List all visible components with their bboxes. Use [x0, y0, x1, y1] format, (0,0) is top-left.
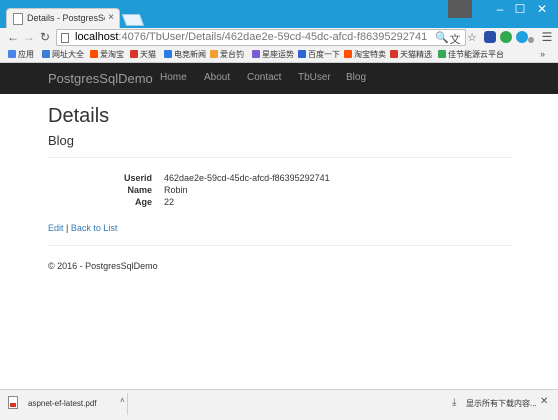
- field-value-name: Robin: [164, 185, 188, 195]
- bookmark-item[interactable]: 爱淘宝: [90, 49, 124, 60]
- nav-link-contact[interactable]: Contact: [247, 72, 281, 83]
- page-info-icon[interactable]: [61, 33, 69, 43]
- divider: [48, 245, 512, 246]
- page-footer: © 2016 - PostgresSqlDemo: [48, 261, 158, 271]
- title-bar: Details - PostgresSqlDe × – ☐ ✕: [0, 0, 558, 28]
- browser-window: Details - PostgresSqlDe × – ☐ ✕ ← → ↻ lo…: [0, 0, 558, 420]
- green-extension-icon[interactable]: [500, 31, 512, 43]
- nav-link-home[interactable]: Home: [160, 72, 187, 83]
- reload-button[interactable]: ↻: [38, 30, 52, 44]
- bookmark-favicon: [42, 50, 50, 58]
- nav-link-blog[interactable]: Blog: [346, 72, 366, 83]
- bookmark-favicon: [298, 50, 306, 58]
- close-window-button[interactable]: ✕: [528, 0, 556, 18]
- bookmark-favicon: [438, 50, 446, 58]
- back-button[interactable]: ←: [6, 30, 20, 44]
- edit-link[interactable]: Edit: [48, 223, 64, 233]
- bookmark-item[interactable]: 爱台钓: [210, 49, 244, 60]
- address-bar[interactable]: localhost:4076/TbUser/Details/462dae2e-5…: [56, 29, 466, 46]
- forward-button[interactable]: →: [22, 30, 36, 44]
- download-file-name[interactable]: aspnet-ef-latest.pdf: [28, 399, 96, 408]
- translate-icon[interactable]: 文: [449, 31, 461, 47]
- extension-badge-icon: [528, 37, 534, 43]
- more-bookmarks-icon[interactable]: »: [540, 49, 545, 59]
- divider: [48, 157, 512, 158]
- bookmark-item[interactable]: 佳节能源云平台: [438, 49, 504, 60]
- menu-button[interactable]: ☰: [540, 30, 554, 44]
- site-brand-link[interactable]: PostgresSqlDemo: [48, 71, 153, 86]
- download-icon: ⤓: [452, 397, 457, 408]
- field-label-age: Age: [134, 197, 152, 207]
- show-all-downloads-link[interactable]: 显示所有下载内容...: [466, 398, 537, 409]
- close-download-bar-icon[interactable]: ✕: [540, 396, 548, 407]
- page-icon: [13, 13, 23, 25]
- new-tab-button[interactable]: [121, 14, 145, 26]
- bookmark-item[interactable]: 百度一下: [298, 49, 340, 60]
- download-item[interactable]: aspnet-ef-latest.pdf ˄: [6, 393, 128, 415]
- link-separator: |: [63, 223, 71, 233]
- field-label-userid: Userid: [123, 173, 152, 183]
- back-to-list-link[interactable]: Back to List: [71, 223, 118, 233]
- tab-title: Details - PostgresSqlDe: [27, 13, 105, 23]
- download-bar: aspnet-ef-latest.pdf ˄ ⤓ 显示所有下载内容... ✕: [0, 389, 558, 420]
- site-navbar: PostgresSqlDemo Home About Contact TbUse…: [0, 63, 558, 94]
- bookmark-favicon: [90, 50, 98, 58]
- blue-extension-icon[interactable]: [516, 31, 528, 43]
- bookmark-item[interactable]: 网址大全: [42, 49, 84, 60]
- bookmark-item[interactable]: 电竞新闻: [164, 49, 206, 60]
- nav-link-about[interactable]: About: [204, 72, 230, 83]
- url-text[interactable]: localhost:4076/TbUser/Details/462dae2e-5…: [75, 31, 427, 43]
- page-subtitle: Blog: [48, 133, 75, 148]
- bookmark-favicon: [164, 50, 172, 58]
- bookmark-favicon: [390, 50, 398, 58]
- shield-extension-icon[interactable]: [484, 31, 496, 43]
- pdf-file-icon: [8, 396, 18, 409]
- web-page: PostgresSqlDemo Home About Contact TbUse…: [0, 63, 558, 389]
- apps-grid-icon: [8, 50, 16, 58]
- browser-tab[interactable]: Details - PostgresSqlDe ×: [6, 8, 120, 28]
- bookmark-favicon: [344, 50, 352, 58]
- field-value-age: 22: [164, 197, 175, 207]
- bookmark-item[interactable]: 星座运势: [252, 49, 294, 60]
- bookmark-item[interactable]: 天猫精选: [390, 49, 432, 60]
- nav-link-tbuser[interactable]: TbUser: [298, 72, 331, 83]
- bookmark-item[interactable]: 淘宝特卖: [344, 49, 386, 60]
- bookmarks-bar: 应用 网址大全 爱淘宝 天猫 电竞新闻 爱台钓 星座运势 百度一下 淘宝特卖 天…: [0, 48, 558, 63]
- download-options-icon[interactable]: ˄: [120, 396, 125, 405]
- field-label-name: Name: [127, 185, 152, 195]
- apps-shortcut[interactable]: 应用: [8, 49, 34, 60]
- field-value-userid: 462dae2e-59cd-45dc-afcd-f86395292741: [164, 173, 330, 183]
- bookmark-favicon: [210, 50, 218, 58]
- bookmark-item[interactable]: 天猫: [130, 49, 156, 60]
- close-tab-icon[interactable]: ×: [108, 12, 114, 24]
- zoom-icon[interactable]: 🔍: [435, 31, 449, 44]
- user-profile-button[interactable]: [448, 0, 472, 18]
- bookmark-favicon: [130, 50, 138, 58]
- browser-toolbar: ← → ↻ localhost:4076/TbUser/Details/462d…: [0, 28, 558, 48]
- action-links: Edit | Back to List: [48, 223, 117, 233]
- bookmark-star-icon[interactable]: ☆: [466, 31, 478, 44]
- bookmark-favicon: [252, 50, 260, 58]
- page-title: Details: [48, 105, 110, 127]
